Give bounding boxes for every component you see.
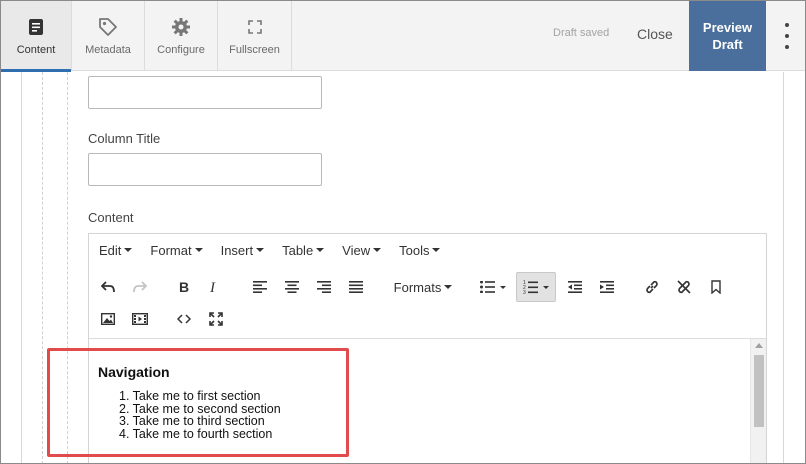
unlink-icon[interactable]: [673, 272, 695, 302]
fullscreen-icon: [247, 16, 263, 38]
bullet-list-icon[interactable]: [473, 272, 513, 302]
svg-text:I: I: [209, 280, 216, 294]
numbered-list-icon[interactable]: 123: [516, 272, 556, 302]
preview-label-line2: Draft: [712, 37, 743, 52]
chevron-down-icon: [444, 285, 453, 289]
tag-icon: [98, 16, 118, 38]
preview-draft-button[interactable]: Preview Draft: [689, 1, 766, 71]
tab-content-label: Content: [16, 44, 56, 56]
editor-toolbar-row-2: [89, 304, 766, 334]
menu-view[interactable]: View: [342, 243, 382, 258]
menu-table[interactable]: Table: [282, 243, 325, 258]
align-right-icon[interactable]: [313, 272, 335, 302]
divider: [21, 72, 22, 463]
tab-configure[interactable]: Configure: [145, 1, 218, 71]
svg-text:3: 3: [523, 290, 526, 294]
content-icon: [28, 16, 44, 38]
editor-scrollbar[interactable]: [750, 339, 766, 463]
menu-format[interactable]: Format: [150, 243, 203, 258]
editor-menubar: Edit Format Insert Table View Tools: [89, 234, 766, 266]
align-center-icon[interactable]: [281, 272, 303, 302]
svg-text:B: B: [179, 280, 189, 294]
text-input[interactable]: [88, 76, 322, 109]
app-window: Content Metadata Configure Fullscreen Dr…: [0, 0, 806, 464]
top-toolbar: Content Metadata Configure Fullscreen Dr…: [1, 1, 805, 72]
draft-status: Draft saved: [553, 27, 610, 39]
scroll-up-icon[interactable]: [755, 343, 763, 348]
indent-icon[interactable]: [596, 272, 618, 302]
image-icon[interactable]: [97, 304, 119, 334]
menu-tools[interactable]: Tools: [399, 243, 441, 258]
media-icon[interactable]: [129, 304, 151, 334]
divider: [42, 72, 43, 463]
italic-icon[interactable]: I: [203, 272, 225, 302]
tab-configure-label: Configure: [157, 44, 205, 56]
tab-fullscreen[interactable]: Fullscreen: [218, 1, 292, 71]
more-options-icon[interactable]: [779, 23, 795, 49]
tab-metadata-label: Metadata: [85, 44, 131, 56]
fullscreen-icon[interactable]: [205, 304, 227, 334]
close-button[interactable]: Close: [637, 26, 673, 42]
gear-icon: [171, 16, 191, 38]
redo-icon[interactable]: [129, 272, 151, 302]
align-justify-icon[interactable]: [345, 272, 367, 302]
highlight-box: [47, 348, 349, 457]
align-left-icon[interactable]: [249, 272, 271, 302]
tab-fullscreen-label: Fullscreen: [229, 44, 280, 56]
preview-label-line1: Preview: [702, 20, 753, 35]
outdent-icon[interactable]: [564, 272, 586, 302]
scroll-thumb[interactable]: [754, 355, 764, 427]
content-label: Content: [88, 210, 134, 225]
bold-icon[interactable]: B: [173, 272, 195, 302]
undo-icon[interactable]: [97, 272, 119, 302]
column-title-input[interactable]: [88, 153, 322, 186]
divider: [783, 72, 784, 463]
source-code-icon[interactable]: [173, 304, 195, 334]
formats-label: Formats: [393, 279, 442, 295]
bookmark-icon[interactable]: [705, 272, 727, 302]
tab-content[interactable]: Content: [1, 1, 72, 72]
editor-toolbar-row-1: B I Formats 1 2 3: [89, 272, 766, 302]
column-title-label: Column Title: [88, 131, 161, 146]
menu-edit[interactable]: Edit: [99, 243, 133, 258]
formats-dropdown[interactable]: Formats: [391, 272, 455, 302]
menu-insert[interactable]: Insert: [221, 243, 265, 258]
link-icon[interactable]: [641, 272, 663, 302]
tab-metadata[interactable]: Metadata: [72, 1, 145, 71]
